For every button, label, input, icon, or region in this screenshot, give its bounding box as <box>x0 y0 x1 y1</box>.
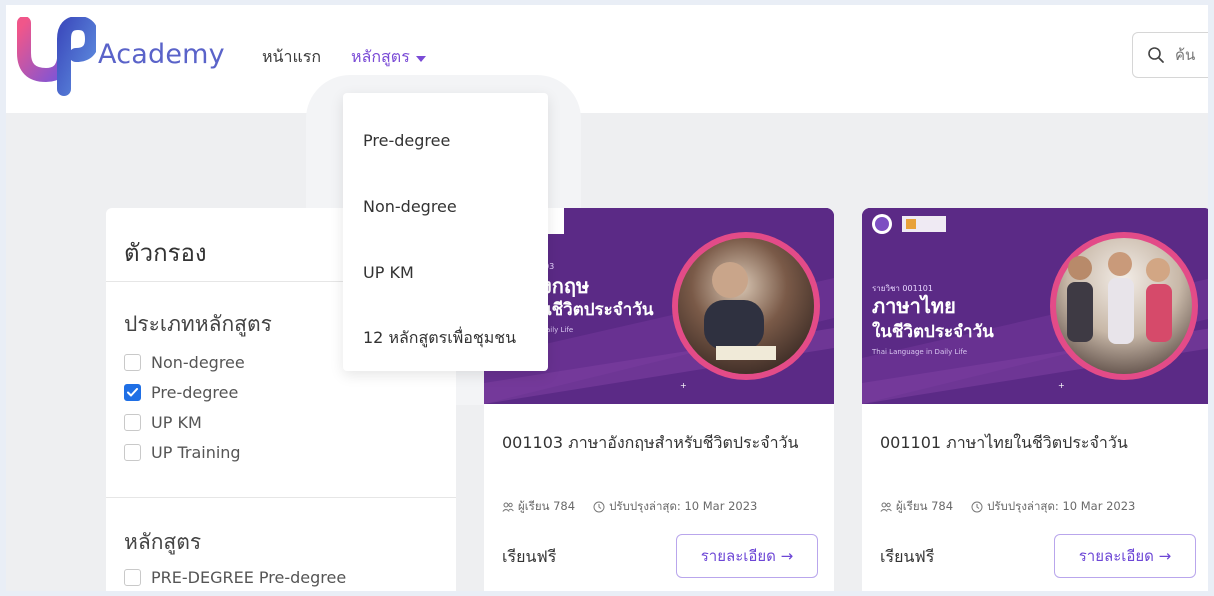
banner-english-title: aily Life <box>546 326 574 334</box>
banner-english-title: Thai Language in Daily Life <box>872 348 968 356</box>
course-heading: หลักสูตร <box>124 530 202 554</box>
option-label: Pre-degree <box>151 383 239 402</box>
option-label: UP Training <box>151 443 241 462</box>
clock-icon <box>593 501 605 513</box>
brand-name: Academy <box>98 39 225 70</box>
details-button[interactable]: รายละเอียด → <box>676 534 818 578</box>
banner-title-line2: นชีวิตประจำวัน <box>540 300 654 320</box>
checkbox[interactable] <box>124 354 141 371</box>
filter-option-pre-degree-course[interactable]: PRE-DEGREE Pre-degree <box>124 568 346 587</box>
course-title[interactable]: 001101 ภาษาไทยในชีวิตประจำวัน <box>880 430 1200 456</box>
price-label: เรียนฟรี <box>502 547 557 566</box>
dropdown-item-up-km[interactable]: UP KM <box>363 263 414 282</box>
details-button[interactable]: รายละเอียด → <box>1054 534 1196 578</box>
nav-courses-link[interactable]: หลักสูตร <box>351 45 426 70</box>
students-count: ผู้เรียน 784 <box>502 498 575 516</box>
updated-text: ปรับปรุงล่าสุด: 10 Mar 2023 <box>987 499 1136 513</box>
course-type-heading: ประเภทหลักสูตร <box>124 312 272 336</box>
banner-title-line2: ในชีวิตประจำวัน <box>872 322 994 342</box>
courses-dropdown-menu: Pre-degree Non-degree UP KM 12 หลักสูตรเ… <box>343 93 548 371</box>
updated-date: ปรับปรุงล่าสุด: 10 Mar 2023 <box>593 498 757 516</box>
course-card[interactable]: + รายวิชา 001101 ภาษาไทย ในชีวิตประจำวัน… <box>862 208 1208 591</box>
banner-title-line1: งกฤษ <box>542 274 590 298</box>
course-banner: + รายวิชา 001101 ภาษาไทย ในชีวิตประจำวัน… <box>862 208 1208 404</box>
students-text: ผู้เรียน 784 <box>896 499 954 513</box>
checkbox[interactable] <box>124 444 141 461</box>
app-frame: Academy หน้าแรก หลักสูตร ตัวกรอง ประเภทห… <box>6 5 1208 591</box>
search-icon <box>1148 47 1164 63</box>
filter-option-up-km[interactable]: UP KM <box>124 413 202 432</box>
course-title[interactable]: 001103 ภาษาอังกฤษสำหรับชีวิตประจำวัน <box>502 430 822 456</box>
svg-text:+: + <box>1058 381 1065 390</box>
updated-date: ปรับปรุงล่าสุด: 10 Mar 2023 <box>971 498 1135 516</box>
price-label: เรียนฟรี <box>880 547 935 566</box>
course-meta: ผู้เรียน 784 ปรับปรุงล่าสุด: 10 Mar 2023 <box>880 498 1208 516</box>
checkbox-checked[interactable] <box>124 384 141 401</box>
checkbox[interactable] <box>124 569 141 586</box>
users-icon <box>502 502 514 512</box>
checkbox[interactable] <box>124 414 141 431</box>
caret-down-icon <box>415 55 426 62</box>
divider <box>106 497 456 498</box>
course-meta: ผู้เรียน 784 ปรับปรุงล่าสุด: 10 Mar 2023 <box>502 498 832 516</box>
users-icon <box>880 502 892 512</box>
filter-option-pre-degree[interactable]: Pre-degree <box>124 383 238 402</box>
search-input[interactable] <box>1175 46 1208 64</box>
students-text: ผู้เรียน 784 <box>518 499 576 513</box>
filter-title: ตัวกรอง <box>124 239 207 267</box>
option-label: UP KM <box>151 413 202 432</box>
search-box[interactable] <box>1132 32 1208 78</box>
nav-courses-label: หลักสูตร <box>351 47 410 66</box>
option-label: PRE-DEGREE Pre-degree <box>151 568 347 587</box>
dropdown-item-pre-degree[interactable]: Pre-degree <box>363 131 450 150</box>
check-icon <box>127 388 138 397</box>
option-label: Non-degree <box>151 353 245 372</box>
clock-icon <box>971 501 983 513</box>
navbar: Academy หน้าแรก หลักสูตร <box>6 5 1208 113</box>
updated-text: ปรับปรุงล่าสุด: 10 Mar 2023 <box>609 499 758 513</box>
filter-option-non-degree[interactable]: Non-degree <box>124 353 245 372</box>
banner-title-line1: ภาษาไทย <box>872 294 956 318</box>
dropdown-item-non-degree[interactable]: Non-degree <box>363 197 457 216</box>
students-count: ผู้เรียน 784 <box>880 498 953 516</box>
nav-home-link[interactable]: หน้าแรก <box>262 45 321 70</box>
up-logo-icon <box>17 17 96 96</box>
dropdown-item-community-courses[interactable]: 12 หลักสูตรเพื่อชุมชน <box>363 326 516 351</box>
svg-text:+: + <box>680 381 687 390</box>
filter-option-up-training[interactable]: UP Training <box>124 443 241 462</box>
